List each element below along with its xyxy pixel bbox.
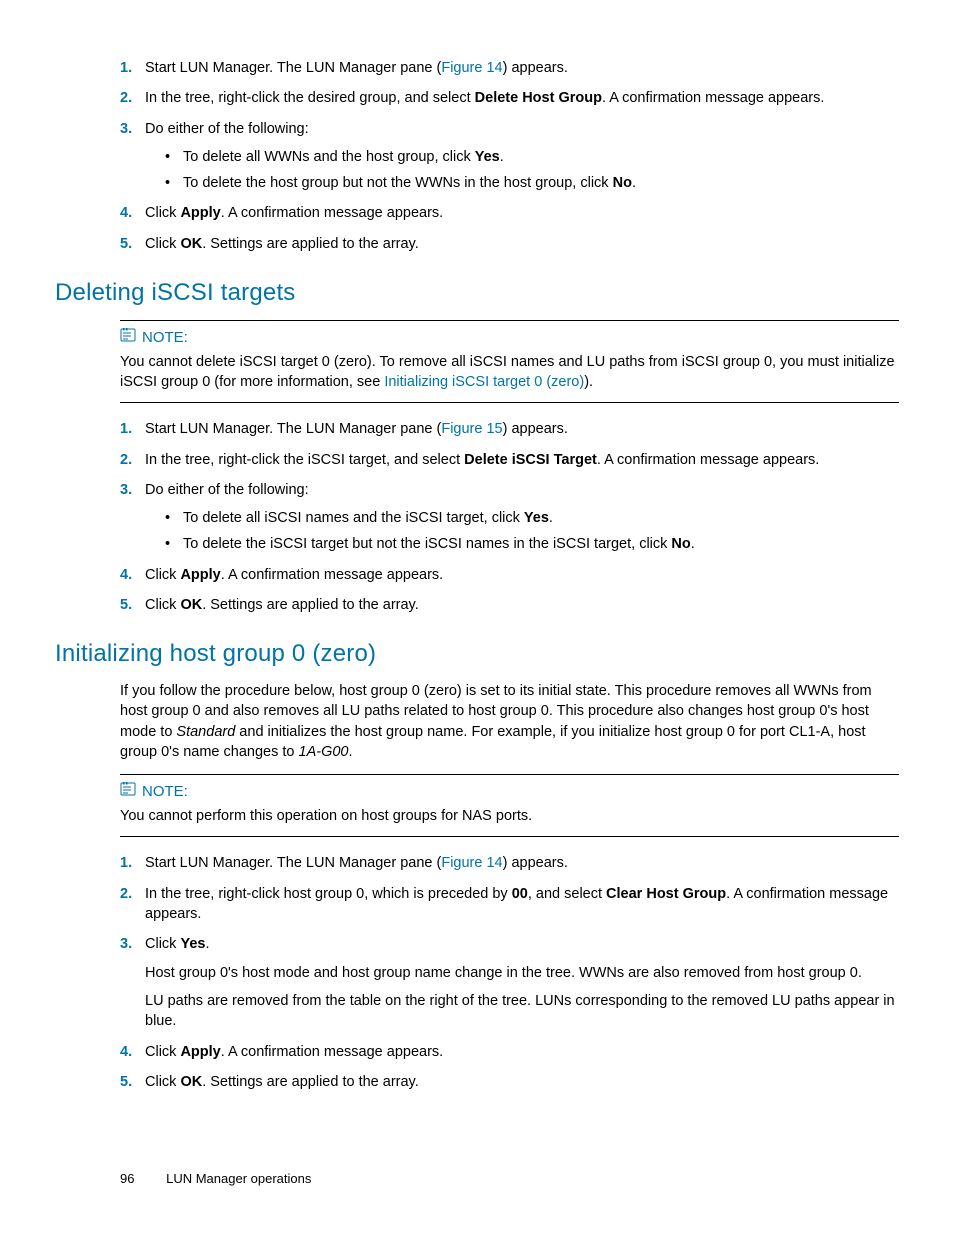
- note-block-c: NOTE: You cannot perform this operation …: [120, 774, 899, 837]
- cross-reference-link[interactable]: Figure 15: [441, 421, 502, 437]
- note-body-c: You cannot perform this operation on hos…: [120, 806, 899, 826]
- step-text: In the tree, right-click the desired gro…: [145, 90, 824, 106]
- cross-reference-link[interactable]: Figure 14: [441, 60, 502, 76]
- section-a-steps-container: 1. Start LUN Manager. The LUN Manager pan…: [120, 58, 899, 254]
- step-number: 3.: [120, 934, 132, 954]
- step-continuation: LU paths are removed from the table on t…: [145, 991, 899, 1032]
- bold-term: Delete Host Group: [475, 90, 602, 106]
- bullet-list: To delete all iSCSI names and the iSCSI …: [165, 508, 899, 555]
- bold-term: No: [613, 175, 632, 191]
- step-number: 1.: [120, 58, 132, 78]
- bullet-item: To delete the iSCSI target but not the i…: [165, 534, 899, 554]
- step-number: 4.: [120, 1042, 132, 1062]
- step-number: 5.: [120, 1072, 132, 1092]
- step-text: Click Apply. A confirmation message appe…: [145, 567, 443, 583]
- step-item: 4. Click Apply. A confirmation message ap…: [120, 565, 899, 585]
- bold-term: Delete iSCSI Target: [464, 452, 597, 468]
- bold-term: 00: [512, 886, 528, 902]
- step-number: 2.: [120, 88, 132, 108]
- step-text: In the tree, right-click host group 0, w…: [145, 886, 888, 922]
- step-text: Click OK. Settings are applied to the ar…: [145, 597, 419, 613]
- document-page: 1. Start LUN Manager. The LUN Manager pan…: [0, 0, 954, 1092]
- bold-term: OK: [180, 597, 202, 613]
- note-icon: [120, 327, 136, 348]
- step-number: 3.: [120, 480, 132, 500]
- bold-term: OK: [180, 1074, 202, 1090]
- note-block-b: NOTE: You cannot delete iSCSI target 0 (…: [120, 320, 899, 404]
- page-number: 96: [120, 1171, 134, 1186]
- section-c-steps-container: 1. Start LUN Manager. The LUN Manager pan…: [120, 853, 899, 1092]
- step-text: In the tree, right-click the iSCSI targe…: [145, 452, 819, 468]
- bold-term: Yes: [180, 936, 205, 952]
- bold-term: Apply: [180, 1044, 220, 1060]
- note-body-b: You cannot delete iSCSI target 0 (zero).…: [120, 352, 899, 393]
- step-text: Click Apply. A confirmation message appe…: [145, 205, 443, 221]
- step-text: Start LUN Manager. The LUN Manager pane …: [145, 421, 568, 437]
- step-number: 1.: [120, 419, 132, 439]
- section-b-steps-container: 1. Start LUN Manager. The LUN Manager pan…: [120, 419, 899, 615]
- bold-term: OK: [180, 236, 202, 252]
- step-item: 1. Start LUN Manager. The LUN Manager pan…: [120, 419, 899, 439]
- bold-term: Yes: [475, 149, 500, 165]
- step-text: Start LUN Manager. The LUN Manager pane …: [145, 855, 568, 871]
- italic-term: 1A-G00: [299, 744, 349, 760]
- bullet-item: To delete all iSCSI names and the iSCSI …: [165, 508, 899, 528]
- step-number: 5.: [120, 234, 132, 254]
- step-item: 5. Click OK. Settings are applied to the …: [120, 595, 899, 615]
- italic-term: Standard: [176, 724, 235, 740]
- page-footer: 96 LUN Manager operations: [120, 1170, 311, 1188]
- step-item: 3. Click Yes. Host group 0's host mode and…: [120, 934, 899, 1031]
- heading-deleting-iscsi: Deleting iSCSI targets: [55, 276, 899, 310]
- note-label: NOTE:: [142, 327, 188, 348]
- cross-reference-link[interactable]: Figure 14: [441, 855, 502, 871]
- bold-term: Yes: [524, 510, 549, 526]
- step-continuation: Host group 0's host mode and host group …: [145, 963, 899, 983]
- bold-term: No: [671, 536, 690, 552]
- step-item: 1. Start LUN Manager. The LUN Manager pan…: [120, 58, 899, 78]
- step-number: 4.: [120, 203, 132, 223]
- step-text: Click Apply. A confirmation message appe…: [145, 1044, 443, 1060]
- step-item: 3. Do either of the following: To delete a…: [120, 119, 899, 194]
- step-number: 4.: [120, 565, 132, 585]
- footer-title: LUN Manager operations: [166, 1171, 311, 1186]
- bold-term: Apply: [180, 205, 220, 221]
- ordered-steps-c: 1. Start LUN Manager. The LUN Manager pan…: [120, 853, 899, 1092]
- step-item: 5. Click OK. Settings are applied to the …: [120, 1072, 899, 1092]
- step-text: Start LUN Manager. The LUN Manager pane …: [145, 60, 568, 76]
- step-text: Do either of the following:: [145, 121, 309, 137]
- step-number: 2.: [120, 450, 132, 470]
- note-icon: [120, 781, 136, 802]
- step-item: 2. In the tree, right-click host group 0,…: [120, 884, 899, 925]
- note-header: NOTE:: [120, 327, 899, 348]
- step-item: 5. Click OK. Settings are applied to the …: [120, 234, 899, 254]
- step-number: 3.: [120, 119, 132, 139]
- step-text: Do either of the following:: [145, 482, 309, 498]
- step-number: 2.: [120, 884, 132, 904]
- step-text: Click OK. Settings are applied to the ar…: [145, 1074, 419, 1090]
- step-item: 2. In the tree, right-click the desired g…: [120, 88, 899, 108]
- step-text: Click OK. Settings are applied to the ar…: [145, 236, 419, 252]
- step-item: 4. Click Apply. A confirmation message ap…: [120, 203, 899, 223]
- note-label: NOTE:: [142, 781, 188, 802]
- step-item: 2. In the tree, right-click the iSCSI tar…: [120, 450, 899, 470]
- step-item: 3. Do either of the following: To delete a…: [120, 480, 899, 555]
- heading-initializing-host-group: Initializing host group 0 (zero): [55, 637, 899, 671]
- cross-reference-link[interactable]: Initializing iSCSI target 0 (zero): [384, 374, 584, 390]
- step-number: 1.: [120, 853, 132, 873]
- section-c-intro: If you follow the procedure below, host …: [120, 681, 899, 762]
- ordered-steps-b: 1. Start LUN Manager. The LUN Manager pan…: [120, 419, 899, 615]
- ordered-steps-a: 1. Start LUN Manager. The LUN Manager pan…: [120, 58, 899, 254]
- bold-term: Clear Host Group: [606, 886, 726, 902]
- bullet-item: To delete all WWNs and the host group, c…: [165, 147, 899, 167]
- step-item: 1. Start LUN Manager. The LUN Manager pan…: [120, 853, 899, 873]
- note-header: NOTE:: [120, 781, 899, 802]
- step-item: 4. Click Apply. A confirmation message ap…: [120, 1042, 899, 1062]
- bullet-item: To delete the host group but not the WWN…: [165, 173, 899, 193]
- bullet-list: To delete all WWNs and the host group, c…: [165, 147, 899, 194]
- step-number: 5.: [120, 595, 132, 615]
- bold-term: Apply: [180, 567, 220, 583]
- step-text: Click Yes.: [145, 936, 209, 952]
